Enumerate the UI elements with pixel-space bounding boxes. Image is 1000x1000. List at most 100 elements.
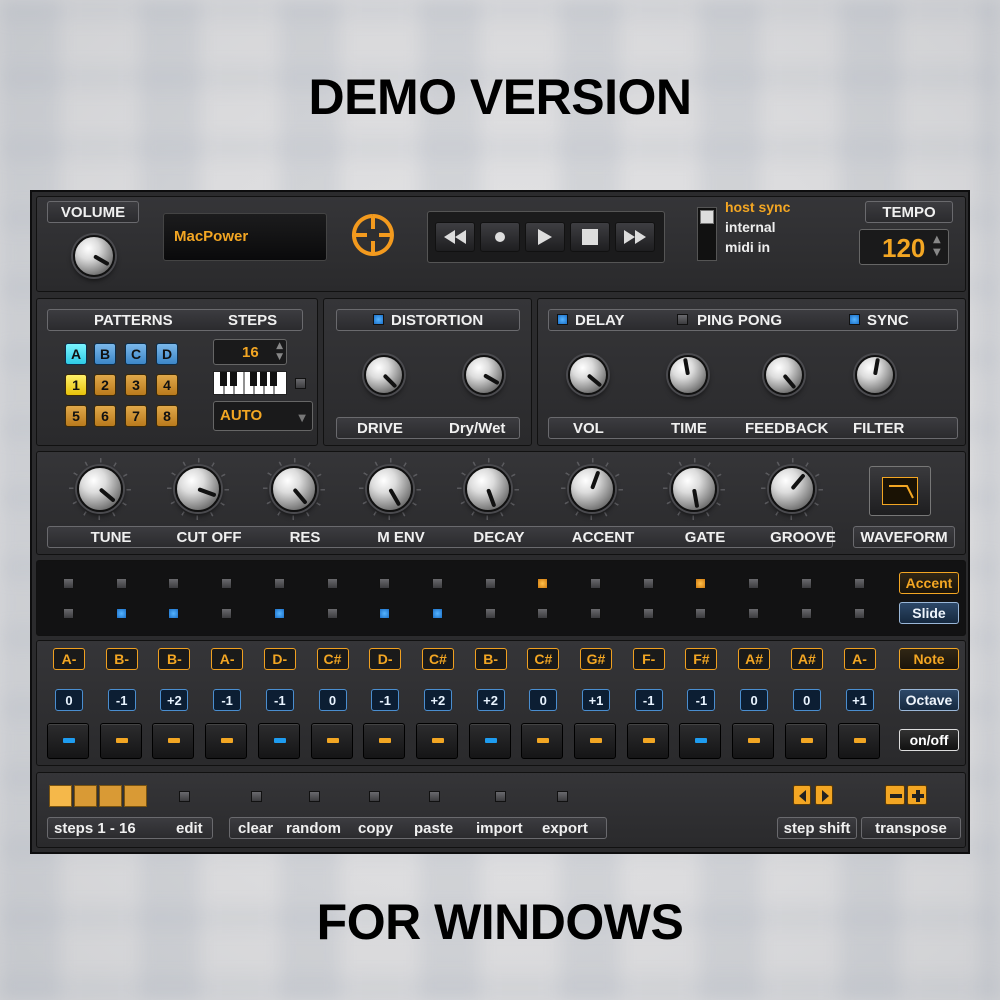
octave-step-12[interactable]: -1 (634, 689, 663, 711)
steps-stepper-icon[interactable]: ▲ ▼ (276, 341, 283, 363)
octave-step-1[interactable]: 0 (55, 689, 83, 711)
slide-row-button[interactable]: Slide (899, 602, 959, 624)
accent-step-8[interactable] (431, 578, 443, 589)
play-icon[interactable] (525, 222, 565, 252)
octave-step-4[interactable]: -1 (213, 689, 242, 711)
delay-vol-knob[interactable] (568, 355, 608, 395)
random-led[interactable] (309, 791, 320, 802)
slide-step-7[interactable] (379, 608, 391, 619)
pattern-8-button[interactable]: 8 (156, 405, 178, 427)
slide-step-4[interactable] (221, 608, 233, 619)
export-label[interactable]: export (542, 820, 588, 837)
delay-time-knob[interactable] (668, 355, 708, 395)
step-shift-left-icon[interactable] (793, 785, 811, 805)
fast-forward-icon[interactable] (615, 222, 655, 252)
note-step-1[interactable]: A- (53, 648, 85, 670)
note-step-6[interactable]: C# (316, 648, 349, 670)
tune-knob[interactable] (77, 466, 123, 512)
rewind-icon[interactable] (435, 222, 475, 252)
transpose-minus-icon[interactable] (885, 785, 905, 805)
slide-step-6[interactable] (326, 608, 338, 619)
slide-step-5[interactable] (273, 608, 285, 619)
sync-option-midi[interactable]: midi in (725, 239, 770, 255)
accent-step-15[interactable] (800, 578, 812, 589)
octave-step-13[interactable]: -1 (687, 689, 716, 711)
accent-step-12[interactable] (642, 578, 654, 589)
slide-step-16[interactable] (853, 608, 865, 619)
page-indicator[interactable] (49, 785, 147, 809)
octave-step-2[interactable]: -1 (107, 689, 136, 711)
octave-row-button[interactable]: Octave (899, 689, 959, 711)
octave-step-10[interactable]: 0 (529, 689, 558, 711)
slide-step-14[interactable] (748, 608, 760, 619)
accent-knob[interactable] (569, 466, 615, 512)
step-shift-right-icon[interactable] (815, 785, 833, 805)
drywet-knob[interactable] (464, 355, 504, 395)
pattern-d-button[interactable]: D (156, 343, 178, 365)
preset-display[interactable]: MacPower (163, 213, 327, 261)
octave-step-14[interactable]: 0 (740, 689, 769, 711)
accent-step-14[interactable] (748, 578, 760, 589)
transpose-plus-icon[interactable] (907, 785, 927, 805)
accent-step-9[interactable] (484, 578, 496, 589)
copy-led[interactable] (369, 791, 380, 802)
keyboard-icon[interactable] (213, 371, 287, 396)
octave-step-9[interactable]: +2 (476, 689, 505, 711)
accent-step-4[interactable] (221, 578, 233, 589)
distortion-toggle-led[interactable] (373, 314, 384, 325)
pingpong-toggle-led[interactable] (677, 314, 688, 325)
copy-label[interactable]: copy (358, 820, 393, 837)
pattern-6-button[interactable]: 6 (94, 405, 116, 427)
slide-step-10[interactable] (537, 608, 549, 619)
note-step-10[interactable]: C# (527, 648, 560, 670)
sync-toggle-led[interactable] (849, 314, 860, 325)
groove-knob[interactable] (769, 466, 815, 512)
pattern-a-button[interactable]: A (65, 343, 87, 365)
cut-off-knob[interactable] (175, 466, 221, 512)
steps-field[interactable]: 16 ▲ ▼ (213, 339, 287, 365)
accent-step-11[interactable] (590, 578, 601, 589)
onoff-step-9[interactable] (468, 723, 511, 759)
onoff-step-10[interactable] (521, 723, 564, 759)
m-env-knob[interactable] (367, 466, 413, 512)
pattern-1-button[interactable]: 1 (65, 374, 87, 396)
onoff-step-11[interactable] (574, 723, 616, 759)
random-label[interactable]: random (286, 820, 341, 837)
onoff-step-14[interactable] (732, 723, 775, 759)
accent-step-7[interactable] (379, 578, 391, 589)
pattern-b-button[interactable]: B (94, 343, 116, 365)
note-step-7[interactable]: D- (369, 648, 402, 670)
slide-step-11[interactable] (590, 608, 601, 619)
accent-step-5[interactable] (273, 578, 285, 589)
tempo-field[interactable]: 120 ▲ ▼ (859, 229, 949, 265)
onoff-step-16[interactable] (837, 723, 880, 759)
onoff-step-13[interactable] (679, 723, 722, 759)
accent-step-10[interactable] (537, 578, 549, 589)
octave-step-11[interactable]: +1 (582, 689, 610, 711)
note-step-14[interactable]: A# (738, 648, 771, 670)
decay-knob[interactable] (465, 466, 511, 512)
onoff-step-12[interactable] (626, 723, 669, 759)
accent-step-16[interactable] (853, 578, 865, 589)
sync-switch[interactable] (697, 207, 717, 261)
accent-step-2[interactable] (115, 578, 127, 589)
pattern-c-button[interactable]: C (125, 343, 147, 365)
slide-step-1[interactable] (63, 608, 74, 619)
onoff-step-2[interactable] (99, 723, 142, 759)
edit-led[interactable] (179, 791, 190, 802)
pattern-5-button[interactable]: 5 (65, 405, 87, 427)
onoff-step-4[interactable] (205, 723, 248, 759)
note-step-2[interactable]: B- (105, 648, 138, 670)
onoff-step-5[interactable] (257, 723, 300, 759)
import-led[interactable] (495, 791, 506, 802)
drive-knob[interactable] (364, 355, 404, 395)
octave-step-7[interactable]: -1 (371, 689, 400, 711)
keyboard-toggle-led[interactable] (295, 378, 306, 389)
octave-step-5[interactable]: -1 (265, 689, 294, 711)
paste-label[interactable]: paste (414, 820, 453, 837)
edit-label[interactable]: edit (176, 820, 203, 837)
note-step-3[interactable]: B- (158, 648, 191, 670)
export-led[interactable] (557, 791, 568, 802)
paste-led[interactable] (429, 791, 440, 802)
pattern-3-button[interactable]: 3 (125, 374, 147, 396)
